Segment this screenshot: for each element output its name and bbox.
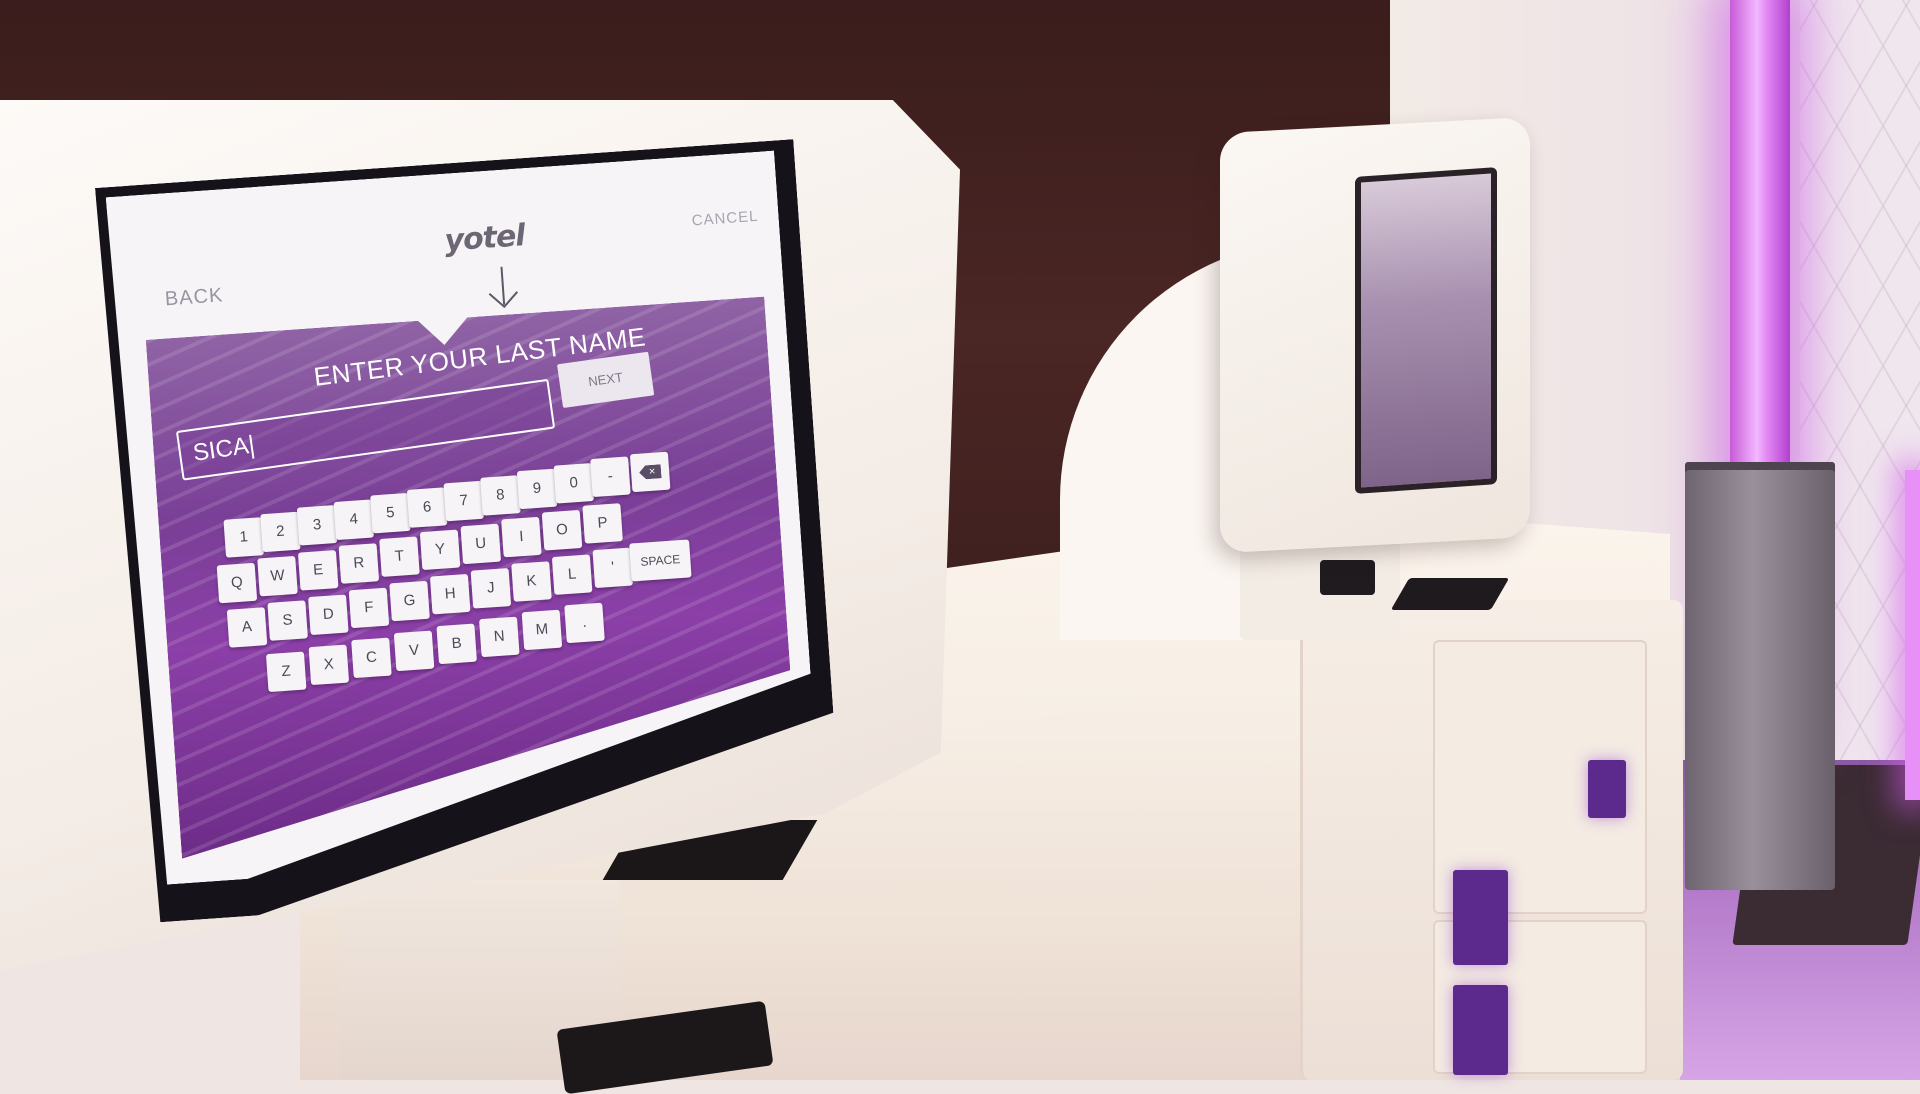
key-p[interactable]: P <box>582 503 623 544</box>
key-c[interactable]: C <box>351 638 392 679</box>
key-1[interactable]: 1 <box>223 517 264 558</box>
trash-bin <box>1685 470 1835 890</box>
key-3[interactable]: 3 <box>297 505 338 546</box>
key-x[interactable]: X <box>309 645 350 686</box>
key-t[interactable]: T <box>379 536 420 577</box>
key-n[interactable]: N <box>479 617 520 658</box>
key-u[interactable]: U <box>460 523 501 564</box>
key-z[interactable]: Z <box>266 652 307 693</box>
key-s[interactable]: S <box>267 601 308 642</box>
key-g[interactable]: G <box>389 581 430 622</box>
card-dispenser-slot <box>1390 578 1510 610</box>
second-kiosk-screen <box>1355 167 1497 494</box>
key-apostrophe[interactable]: ' <box>592 548 633 589</box>
key-m[interactable]: M <box>522 610 563 651</box>
space-key[interactable]: SPACE <box>629 539 692 581</box>
key-q[interactable]: Q <box>217 563 258 604</box>
neon-light-strip <box>1905 470 1920 800</box>
key-d[interactable]: D <box>308 594 349 635</box>
drawer-label <box>1453 870 1508 965</box>
key-v[interactable]: V <box>394 631 435 672</box>
backspace-icon: × <box>639 464 662 480</box>
delete-key[interactable]: × <box>630 452 671 493</box>
key-6[interactable]: 6 <box>407 487 448 528</box>
key-period[interactable]: . <box>564 603 605 644</box>
key-9[interactable]: 9 <box>517 469 558 510</box>
key-r[interactable]: R <box>339 543 380 584</box>
key-0[interactable]: 0 <box>553 463 594 504</box>
card-reader <box>1320 560 1375 595</box>
key-a[interactable]: A <box>227 607 268 648</box>
key-b[interactable]: B <box>436 624 477 665</box>
key-w[interactable]: W <box>257 556 298 597</box>
key-dash[interactable]: - <box>590 456 631 497</box>
key-y[interactable]: Y <box>420 530 461 571</box>
key-i[interactable]: I <box>501 517 542 558</box>
key-l[interactable]: L <box>552 554 593 595</box>
key-j[interactable]: J <box>471 568 512 609</box>
drawer-label <box>1588 760 1626 818</box>
key-h[interactable]: H <box>430 574 471 615</box>
key-e[interactable]: E <box>298 550 339 591</box>
key-4[interactable]: 4 <box>333 499 374 540</box>
key-5[interactable]: 5 <box>370 493 411 534</box>
key-7[interactable]: 7 <box>443 481 484 522</box>
drawer-label <box>1453 985 1508 1075</box>
key-o[interactable]: O <box>542 510 583 551</box>
key-f[interactable]: F <box>349 587 390 628</box>
cabinet <box>1300 600 1683 1080</box>
key-8[interactable]: 8 <box>480 475 521 516</box>
key-k[interactable]: K <box>511 561 552 602</box>
key-2[interactable]: 2 <box>260 511 301 552</box>
